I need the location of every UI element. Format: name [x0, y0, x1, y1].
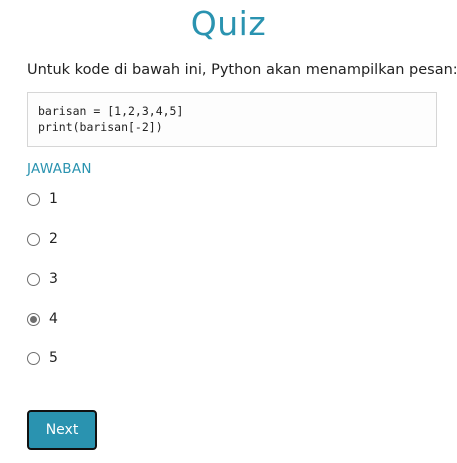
page-title: Quiz: [190, 4, 267, 43]
radio-button[interactable]: [27, 272, 40, 286]
radio-button[interactable]: [27, 312, 40, 326]
answer-option-1[interactable]: 1: [27, 190, 58, 208]
question-text: Untuk kode di bawah ini, Python akan men…: [27, 62, 457, 78]
answer-heading: JAWABAN: [27, 161, 92, 177]
code-block: barisan = [1,2,3,4,5] print(barisan[-2]): [27, 92, 437, 147]
answer-option-5[interactable]: 5: [27, 349, 58, 367]
radio-button[interactable]: [27, 192, 40, 206]
option-label[interactable]: 1: [49, 191, 58, 207]
option-label[interactable]: 2: [49, 231, 58, 247]
radio-button[interactable]: [27, 351, 40, 365]
answer-option-2[interactable]: 2: [27, 230, 58, 248]
radio-button[interactable]: [27, 232, 40, 246]
option-label[interactable]: 4: [49, 311, 58, 327]
code-line: print(barisan[-2]): [38, 120, 163, 134]
option-label[interactable]: 3: [49, 271, 58, 287]
next-button[interactable]: Next: [27, 410, 97, 450]
answer-option-3[interactable]: 3: [27, 270, 58, 288]
option-label[interactable]: 5: [49, 350, 58, 366]
code-line: barisan = [1,2,3,4,5]: [38, 104, 184, 118]
answer-option-4[interactable]: 4: [27, 310, 58, 328]
